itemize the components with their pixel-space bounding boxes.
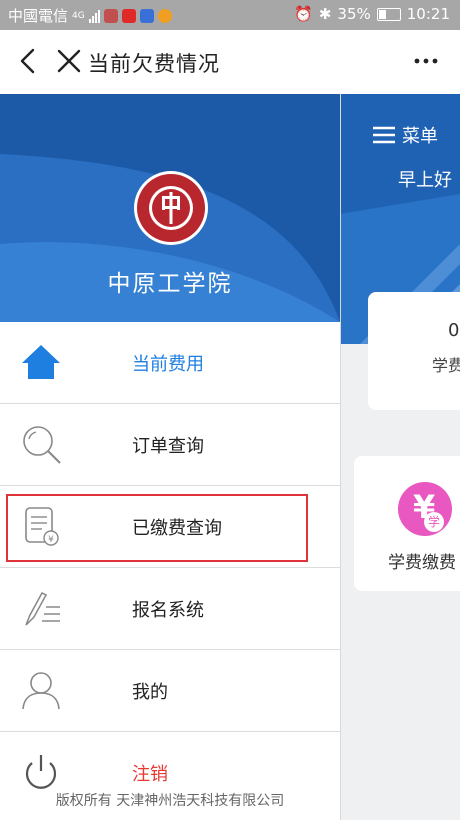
menu-item-label: 注销 bbox=[132, 764, 168, 785]
greeting-text: 早上好 bbox=[398, 170, 452, 191]
menu-button[interactable]: 菜单 bbox=[372, 122, 438, 148]
signal-icon bbox=[88, 9, 100, 23]
power-icon bbox=[25, 755, 57, 789]
alarm-icon: ⏰ bbox=[294, 5, 313, 23]
tuition-payment-tile[interactable]: ¥ 学 学费缴费 bbox=[354, 456, 460, 591]
menu-item-mine[interactable]: 我的 bbox=[0, 650, 340, 732]
tuition-payment-label: 学费缴费 bbox=[388, 553, 456, 573]
search-icon bbox=[23, 426, 61, 464]
tuition-yuan-icon: ¥ 学 bbox=[398, 482, 452, 536]
app-notification-icon bbox=[157, 8, 172, 23]
menu-item-current-fees[interactable]: 当前费用 bbox=[0, 322, 340, 404]
menu-item-registration[interactable]: 报名系统 bbox=[0, 568, 340, 650]
battery-percent: 35% bbox=[337, 5, 371, 23]
background-page: 菜单 早上好 0 学费 ¥ 学 学费缴费 bbox=[340, 94, 460, 820]
close-icon[interactable] bbox=[54, 46, 84, 76]
side-drawer: 中原工学院 当前费用 订单查询 ¥ 已缴费查询 报名系统 我的 注销 版权所有 … bbox=[0, 94, 341, 820]
status-bar: 中國電信 4G ⏰ ✱ 35% 10:21 bbox=[0, 0, 460, 30]
home-icon bbox=[22, 345, 60, 379]
drawer-header: 中原工学院 bbox=[0, 94, 340, 322]
menu-label: 菜单 bbox=[402, 126, 438, 147]
menu-item-label: 订单查询 bbox=[132, 436, 204, 457]
page-title: 当前欠费情况 bbox=[88, 52, 220, 76]
drawer-menu: 当前费用 订单查询 ¥ 已缴费查询 报名系统 我的 注销 bbox=[0, 322, 340, 813]
back-arrow-icon[interactable] bbox=[14, 46, 44, 76]
tuition-badge: 学 bbox=[424, 512, 444, 532]
menu-item-label: 当前费用 bbox=[132, 354, 204, 375]
menu-item-label: 我的 bbox=[132, 682, 168, 703]
carrier-name: 中國電信 bbox=[8, 7, 69, 25]
fee-summary-card[interactable]: 0 学费 bbox=[368, 292, 460, 410]
battery-icon bbox=[376, 7, 401, 21]
bluetooth-icon: ✱ bbox=[318, 5, 332, 23]
pen-list-icon bbox=[25, 592, 60, 626]
menu-item-label: 报名系统 bbox=[132, 600, 204, 621]
fee-label: 学费 bbox=[432, 356, 460, 375]
highlight-box bbox=[6, 494, 308, 562]
app-notification-icon bbox=[103, 8, 118, 23]
copyright-text: 版权所有 天津神州浩天科技有限公司 bbox=[55, 793, 285, 809]
app-notification-icon bbox=[139, 8, 154, 23]
signal-label: 4G bbox=[72, 10, 85, 21]
clock: 10:21 bbox=[406, 5, 450, 23]
more-options-icon[interactable] bbox=[410, 46, 442, 76]
hamburger-icon bbox=[373, 126, 395, 144]
user-icon bbox=[22, 672, 60, 710]
app-notification-icon bbox=[121, 8, 136, 23]
menu-item-order-query[interactable]: 订单查询 bbox=[0, 404, 340, 486]
school-name: 中原工学院 bbox=[107, 271, 233, 297]
school-logo bbox=[134, 171, 208, 245]
title-bar: 当前欠费情况 bbox=[0, 30, 460, 95]
fee-amount: 0 bbox=[448, 320, 460, 341]
